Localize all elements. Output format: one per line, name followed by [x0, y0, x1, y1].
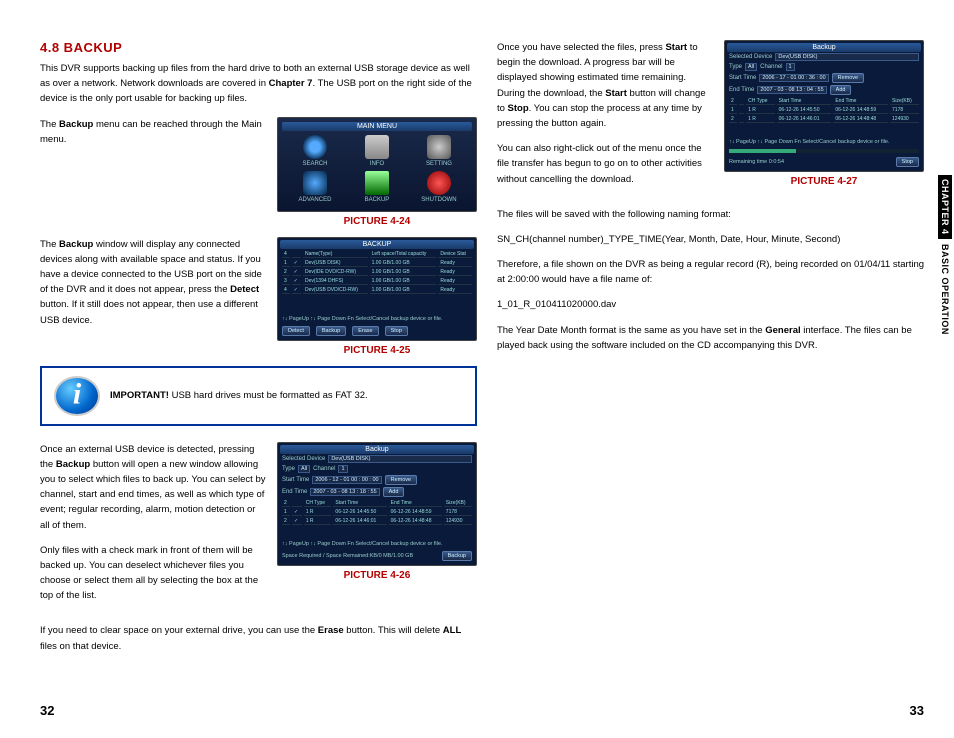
intro-bold: Chapter 7	[269, 78, 313, 89]
p4: Only files with a check mark in front of…	[40, 543, 267, 604]
r1: Once you have selected the files, press …	[497, 40, 714, 131]
menu-setting: SETTING	[410, 135, 468, 167]
backup-title-26: Backup	[280, 445, 474, 454]
menu-info: INFO	[348, 135, 406, 167]
hint-25: ↑↓ PageUp ↑↓ Page Down Fn Select/Cancel …	[280, 314, 474, 324]
important-text: IMPORTANT! USB hard drives must be forma…	[110, 388, 368, 403]
important-box: IMPORTANT! USB hard drives must be forma…	[40, 366, 477, 426]
page-number-right: 33	[910, 703, 924, 718]
progress-bar	[729, 149, 919, 153]
backup-title-25: BACKUP	[280, 240, 474, 249]
p3: Once an external USB device is detected,…	[40, 442, 267, 533]
search-icon	[303, 135, 327, 159]
remove-button: Remove	[385, 475, 417, 485]
screenshot-4-26: Backup Selected DeviceDev(USB DISK) Type…	[277, 442, 477, 581]
table-row: 4✓Dev(USB DVD/CD-RW)1.00 GB/1.00 GBReady	[282, 287, 472, 294]
add-button: Add	[383, 487, 405, 497]
menu-search: SEARCH	[286, 135, 344, 167]
r5: Therefore, a file shown on the DVR as be…	[497, 257, 924, 287]
caption-4-27: PICTURE 4-27	[724, 176, 924, 187]
info-icon	[54, 376, 100, 416]
setting-icon	[427, 135, 451, 159]
backup-button-26: Backup	[442, 551, 472, 561]
r6: 1_01_R_010411020000.dav	[497, 297, 924, 312]
backup-button: Backup	[316, 326, 346, 336]
table-row: 2✓Dev(IDE DVD/CD-RW)1.00 GB/1.00 GBReady	[282, 269, 472, 276]
stop-button-27: Stop	[896, 157, 919, 167]
table-row: 1✓1 R06-12-26 14:45:5006-12-26 14:48:597…	[282, 509, 472, 516]
backup-title-27: Backup	[727, 43, 921, 52]
p5: If you need to clear space on your exter…	[40, 623, 477, 653]
page-number-left: 32	[40, 703, 54, 718]
r7: The Year Date Month format is the same a…	[497, 323, 924, 353]
r4: SN_CH(channel number)_TYPE_TIME(Year, Mo…	[497, 232, 924, 247]
chapter-tab: CHAPTER 4 BASIC OPERATION	[940, 175, 950, 336]
p2: The Backup window will display any conne…	[40, 237, 267, 328]
table-row: 1✓Dev(USB DISK)1.00 GB/1.00 GBReady	[282, 260, 472, 267]
table-row: 2✓1 R06-12-26 14:46:0106-12-26 14:48:481…	[282, 518, 472, 525]
screenshot-4-25: BACKUP 4Name(Type)Left space/Total capac…	[277, 237, 477, 356]
info-icon	[365, 135, 389, 159]
caption-4-24: PICTURE 4-24	[277, 216, 477, 227]
shutdown-icon	[427, 171, 451, 195]
add-button-27: Add	[830, 85, 852, 95]
remove-button-27: Remove	[832, 73, 864, 83]
table-row: 21 R06-12-26 14:46:0106-12-26 14:48:4812…	[729, 116, 919, 123]
screenshot-4-27: Backup Selected DeviceDev(USB DISK) Type…	[724, 40, 924, 187]
caption-4-26: PICTURE 4-26	[277, 570, 477, 581]
screenshot-4-24: MAIN MENU SEARCH INFO SETTING ADVANCED B…	[277, 117, 477, 227]
backup-device-table: 4Name(Type)Left space/Total capacityDevi…	[280, 249, 474, 296]
table-row: 11 R06-12-26 14:45:5006-12-26 14:48:5971…	[729, 107, 919, 114]
file-table-27: 2CH TypeStart TimeEnd TimeSize(KB) 11 R0…	[727, 96, 921, 125]
menu-shutdown: SHUTDOWN	[410, 171, 468, 203]
file-table-26: 2CH TypeStart TimeEnd TimeSize(KB) 1✓1 R…	[280, 498, 474, 527]
menu-backup: BACKUP	[348, 171, 406, 203]
r2: You can also right-click out of the menu…	[497, 141, 714, 187]
table-row: 3✓Dev(1394 DHFS)1.00 GB/1.00 GBReady	[282, 278, 472, 285]
r3: The files will be saved with the followi…	[497, 207, 924, 222]
caption-4-25: PICTURE 4-25	[277, 345, 477, 356]
section-header: 4.8 BACKUP	[40, 40, 477, 55]
advanced-icon	[303, 171, 327, 195]
menu-title: MAIN MENU	[282, 122, 472, 131]
erase-button: Erase	[352, 326, 378, 336]
intro-text: This DVR supports backing up files from …	[40, 61, 477, 107]
backup-icon	[365, 171, 389, 195]
stop-button: Stop	[385, 326, 408, 336]
detect-button: Detect	[282, 326, 310, 336]
p1: The Backup menu can be reached through t…	[40, 117, 267, 147]
menu-advanced: ADVANCED	[286, 171, 344, 203]
